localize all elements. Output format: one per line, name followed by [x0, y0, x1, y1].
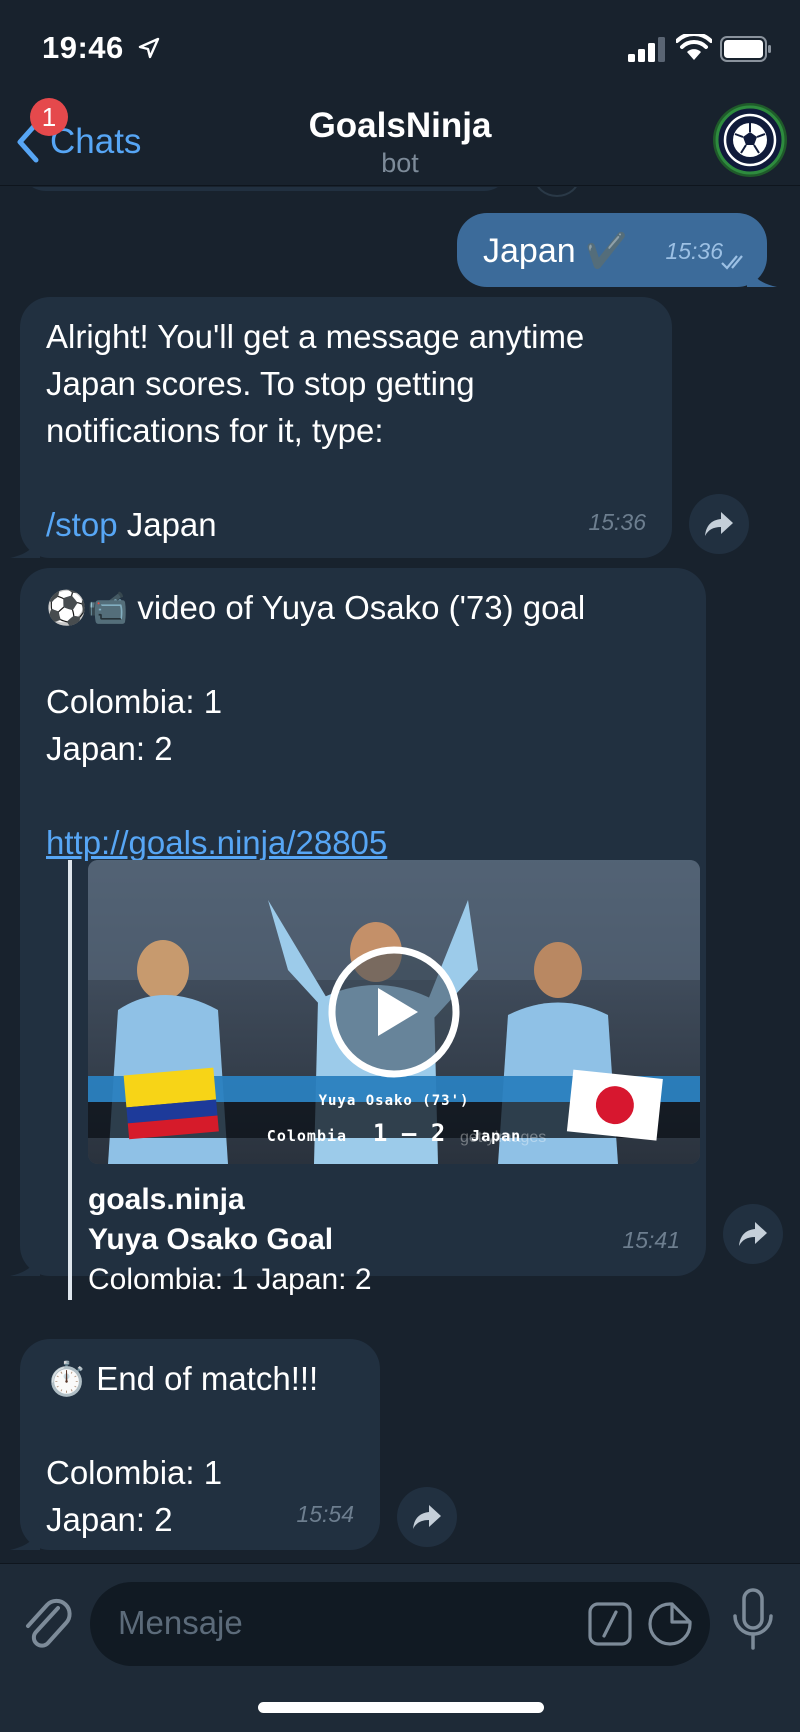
message-line: ⏱️ End of match!!! — [46, 1360, 319, 1397]
previous-message-edge — [20, 187, 510, 191]
status-bar: 19:46 — [0, 0, 800, 100]
status-time: 19:46 — [42, 30, 124, 65]
command-argument: Japan — [117, 506, 217, 543]
message-list[interactable]: Japan ✔️ 15:36 Alright! You'll get a mes… — [0, 187, 800, 1563]
message-outgoing[interactable]: Japan ✔️ 15:36 — [457, 213, 777, 287]
message-line: /stop Japan — [46, 501, 646, 548]
message-input-placeholder: Mensaje — [118, 1604, 243, 1641]
message-time: 15:36 — [665, 238, 723, 264]
wifi-icon — [676, 34, 712, 60]
bubble-tail — [10, 1522, 40, 1550]
video-thumbnail[interactable]: Yuya Osako (73') Colombia 1 – 2 Japan ge… — [88, 860, 700, 1164]
message-input-bar: Mensaje — [0, 1563, 800, 1732]
preview-site-name: goals.ninja — [88, 1183, 245, 1216]
bubble-tail — [747, 259, 777, 287]
home-indicator — [258, 1702, 544, 1713]
message-line: Japan: 2 — [46, 730, 173, 767]
chat-header: Chats 1 GoalsNinja bot — [0, 90, 800, 186]
location-arrow-icon — [138, 37, 160, 59]
message-incoming-with-preview[interactable]: ⚽📹 video of Yuya Osako ('73) goal Colomb… — [10, 568, 706, 1300]
message-line: Colombia: 1 — [46, 1454, 223, 1491]
previous-share-button-edge — [534, 187, 580, 197]
double-check-icon — [721, 255, 743, 270]
chat-subtitle: bot — [381, 148, 419, 178]
share-arrow-icon — [739, 1222, 767, 1246]
battery-icon — [720, 36, 771, 62]
share-button[interactable] — [689, 494, 749, 554]
chat-title: GoalsNinja — [308, 106, 492, 145]
microphone-icon[interactable] — [730, 1588, 776, 1658]
message-line: Alright! You'll get a message anytime — [46, 318, 585, 355]
home-team: Colombia — [266, 1127, 348, 1145]
bubble-tail — [10, 1248, 40, 1276]
bot-command-link[interactable]: /stop — [46, 506, 118, 543]
sticker-icon[interactable] — [646, 1600, 694, 1648]
message-line: ⚽📹 video of Yuya Osako ('73) goal — [46, 589, 586, 626]
message-line: Japan scores. To stop getting — [46, 365, 475, 402]
message-time: 15:41 — [622, 1227, 680, 1253]
message-input[interactable]: Mensaje — [90, 1582, 710, 1666]
message-text: Japan ✔️ — [483, 232, 628, 270]
link-preview[interactable]: Yuya Osako (73') Colombia 1 – 2 Japan ge… — [68, 860, 702, 1300]
share-button[interactable] — [397, 1487, 457, 1547]
message-incoming[interactable]: Alright! You'll get a message anytime Ja… — [10, 297, 672, 558]
preview-title: Yuya Osako Goal — [88, 1223, 334, 1256]
goal-video-link[interactable]: http://goals.ninja/28805 — [46, 824, 387, 861]
message-time: 15:36 — [588, 509, 646, 535]
share-arrow-icon — [413, 1505, 441, 1529]
scoreboard: Colombia 1 – 2 Japan — [88, 1106, 700, 1160]
message-line: Colombia: 1 — [46, 683, 223, 720]
signal-icon — [628, 37, 665, 62]
bubble-tail — [10, 530, 40, 558]
share-button[interactable] — [723, 1204, 783, 1264]
message-line: http://goals.ninja/28805 — [46, 819, 680, 866]
bot-avatar[interactable] — [712, 102, 788, 178]
message-time: 15:54 — [296, 1501, 354, 1527]
share-arrow-icon — [705, 512, 733, 536]
watermark: gettyimages — [460, 1129, 547, 1146]
message-incoming[interactable]: ⏱️ End of match!!! Colombia: 1 Japan: 2 … — [10, 1339, 380, 1550]
score: 1 – 2 — [372, 1119, 446, 1147]
message-line: notifications for it, type: — [46, 412, 384, 449]
bot-command-icon[interactable] — [588, 1602, 632, 1646]
paperclip-icon[interactable] — [20, 1594, 74, 1654]
preview-description: Colombia: 1 Japan: 2 — [88, 1263, 372, 1296]
